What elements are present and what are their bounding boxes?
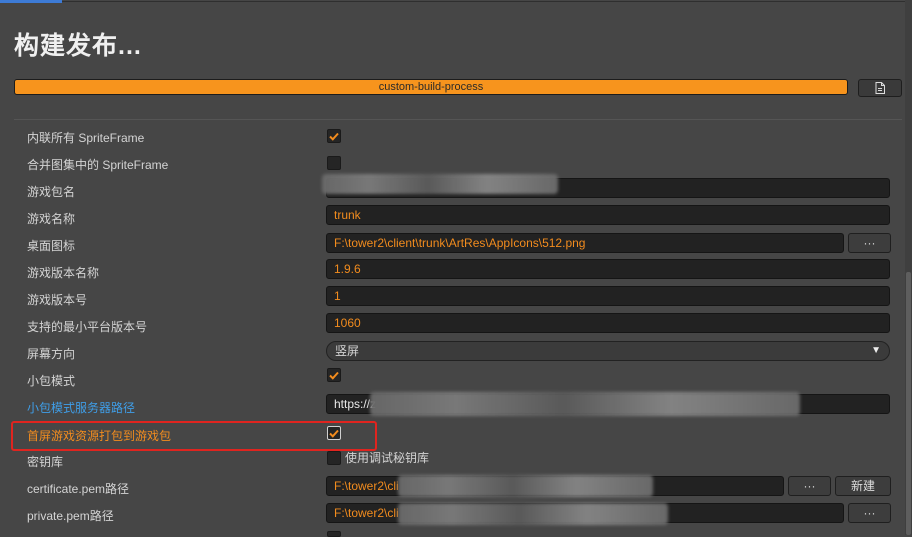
redaction-blur [370, 392, 800, 416]
version-code-input[interactable]: 1 [326, 286, 890, 306]
highlight-annotation-box [11, 421, 377, 451]
top-border [62, 1, 912, 2]
debug-keystore-checkbox[interactable] [327, 451, 341, 465]
version-name-input[interactable]: 1.9.6 [326, 259, 890, 279]
orientation-value: 竖屏 [335, 344, 360, 358]
open-log-button[interactable] [858, 79, 902, 97]
checkmark-icon [329, 132, 339, 141]
keystore-label: 密钥库 [27, 455, 64, 469]
desktop-icon-label: 桌面图标 [27, 239, 76, 253]
merge-atlas-checkbox[interactable] [327, 156, 341, 170]
orientation-select[interactable]: 竖屏 ▼ [326, 341, 890, 361]
page-title: 构建发布... [14, 32, 142, 60]
merge-atlas-label: 合并图集中的 SpriteFrame [27, 158, 169, 172]
scrollbar-thumb[interactable] [906, 272, 911, 535]
min-platform-version-label: 支持的最小平台版本号 [27, 320, 148, 334]
redaction-blur [398, 475, 653, 497]
build-progress-bar: custom-build-process [14, 79, 848, 95]
next-row-checkbox[interactable] [327, 531, 341, 537]
orientation-label: 屏幕方向 [27, 347, 76, 361]
private-key-path-label: private.pem路径 [27, 509, 114, 523]
active-tab-indicator [0, 0, 62, 3]
game-name-label: 游戏名称 [27, 212, 76, 226]
version-code-label: 游戏版本号 [27, 293, 88, 307]
inline-spriteframe-label: 内联所有 SpriteFrame [27, 131, 145, 145]
debug-keystore-label: 使用调试秘钥库 [345, 451, 430, 465]
dropdown-arrow-icon: ▼ [871, 345, 881, 356]
inline-spriteframe-checkbox[interactable] [327, 129, 341, 143]
document-icon [875, 82, 885, 94]
certificate-path-label: certificate.pem路径 [27, 482, 130, 496]
small-package-server-path-link[interactable]: 小包模式服务器路径 [27, 399, 135, 416]
redaction-blur [322, 174, 558, 194]
min-platform-version-input[interactable]: 1060 [326, 313, 890, 333]
private-key-browse-button[interactable]: ··· [848, 503, 891, 523]
certificate-browse-button[interactable]: ··· [788, 476, 831, 496]
package-name-label: 游戏包名 [27, 185, 76, 199]
version-name-label: 游戏版本名称 [27, 266, 100, 280]
checkmark-icon [329, 371, 339, 380]
new-certificate-button[interactable]: 新建 [835, 476, 891, 496]
small-package-mode-checkbox[interactable] [327, 368, 341, 382]
game-name-input[interactable]: trunk [326, 205, 890, 225]
small-package-mode-label: 小包模式 [27, 374, 76, 388]
section-divider [14, 119, 902, 120]
redaction-blur [398, 503, 668, 525]
icon-browse-button[interactable]: ··· [848, 233, 891, 253]
desktop-icon-input[interactable]: F:\tower2\client\trunk\ArtRes\AppIcons\5… [326, 233, 844, 253]
